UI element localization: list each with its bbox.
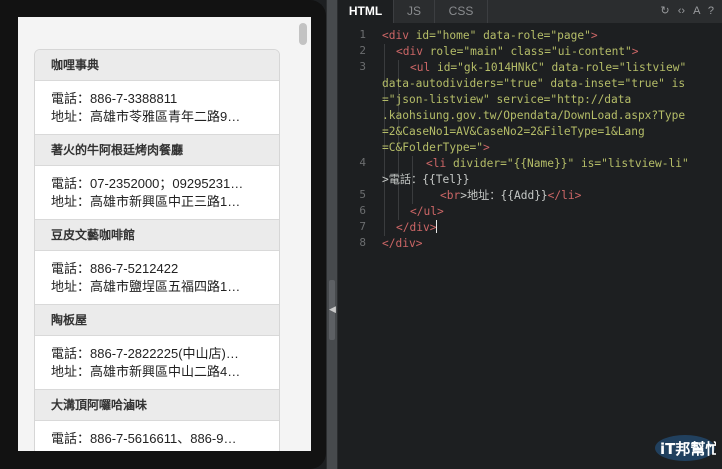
item-address: 地址：高雄市新興區中山二路4… bbox=[51, 364, 241, 379]
item-address: 地址：高雄市苓雅區青年二路9… bbox=[51, 109, 241, 124]
line-number: 2 bbox=[359, 44, 366, 57]
line-number: 7 bbox=[359, 220, 366, 233]
item-tel: 電話：886-7-5616611、886-9… bbox=[51, 431, 237, 446]
code-line-2: <div role="main" class="ui-content"> bbox=[396, 45, 639, 58]
item-address: 地址：高雄市鹽埕區五福四路1… bbox=[51, 279, 241, 294]
logo-text: iT邦幫忙 bbox=[660, 440, 716, 458]
code-line-3-wrap: data-autodividers="true" data-inset="tru… bbox=[382, 77, 686, 90]
preview-screen: 咖哩事典 電話：886-7-3388811 地址：高雄市苓雅區青年二路9… 著火… bbox=[18, 17, 311, 451]
line-number: 1 bbox=[359, 28, 366, 41]
line-number: 8 bbox=[359, 236, 366, 249]
line-number: 5 bbox=[359, 188, 366, 201]
code-format-icon[interactable]: ‹› bbox=[678, 5, 685, 17]
item-address: 地址：高雄市新興區中正三路1… bbox=[51, 194, 241, 209]
code-line-5: <br>地址：{{Add}}</li> bbox=[440, 189, 582, 202]
list-item[interactable]: 電話：886-7-3388811 地址：高雄市苓雅區青年二路9… bbox=[35, 81, 279, 134]
list-divider: 豆皮文藝咖啡館 bbox=[35, 219, 279, 251]
code-line-3-wrap: =2&CaseNo1=AV&CaseNo2=2&FileType=1&Lang bbox=[382, 125, 645, 138]
preview-scrollbar[interactable] bbox=[299, 23, 307, 447]
mobile-preview-frame: 咖哩事典 電話：886-7-3388811 地址：高雄市苓雅區青年二路9… 著火… bbox=[0, 0, 326, 469]
tab-js[interactable]: JS bbox=[394, 0, 434, 23]
tab-css[interactable]: CSS bbox=[435, 0, 487, 23]
tab-separator bbox=[487, 0, 488, 23]
list-item[interactable]: 電話：886-7-5212422 地址：高雄市鹽埕區五福四路1… bbox=[35, 251, 279, 304]
code-line-1: <div id="home" data-role="page"> bbox=[382, 29, 598, 42]
list-divider: 咖哩事典 bbox=[35, 50, 279, 81]
code-editor: HTML JS CSS ↻ ‹› A ? 1 2 3 4 5 6 7 8 <di… bbox=[338, 0, 722, 469]
chevron-left-icon: ◀ bbox=[329, 304, 336, 314]
item-tel: 電話：886-7-5212422 bbox=[51, 261, 179, 276]
item-tel: 電話：07-2352000；09295231… bbox=[51, 176, 244, 191]
editor-tabbar: HTML JS CSS ↻ ‹› A ? bbox=[338, 0, 722, 23]
item-tel: 電話：886-7-3388811 bbox=[51, 91, 178, 106]
scrollbar-thumb[interactable] bbox=[299, 23, 307, 45]
code-line-4-wrap: >電話：{{Tel}} bbox=[382, 173, 470, 186]
pane-splitter[interactable]: ◀ bbox=[326, 0, 338, 469]
help-icon[interactable]: ? bbox=[708, 5, 714, 17]
code-line-7: </div> bbox=[396, 220, 438, 234]
editor-toolbar: ↻ ‹› A ? bbox=[655, 0, 714, 23]
list-item[interactable]: 電話：886-7-2822225(中山店)… 地址：高雄市新興區中山二路4… bbox=[35, 336, 279, 389]
list-item[interactable]: 電話：886-7-5616611、886-9… bbox=[35, 421, 279, 451]
tab-html[interactable]: HTML bbox=[338, 0, 393, 23]
line-number: 3 bbox=[359, 60, 366, 73]
list-divider: 著火的牛阿根廷烤肉餐廳 bbox=[35, 134, 279, 166]
item-tel: 電話：886-7-2822225(中山店)… bbox=[51, 346, 239, 361]
ithome-logo: iT邦幫忙 bbox=[655, 435, 716, 461]
font-icon[interactable]: A bbox=[693, 5, 700, 17]
code-line-6: </ul> bbox=[410, 205, 444, 218]
code-line-4: <li divider="{{Name}}" is="listview-li" bbox=[426, 157, 689, 170]
line-number: 4 bbox=[359, 156, 366, 169]
text-cursor bbox=[436, 220, 438, 233]
refresh-icon[interactable]: ↻ bbox=[660, 5, 669, 17]
list-divider: 大溝頂阿囉哈滷味 bbox=[35, 389, 279, 421]
code-line-8: </div> bbox=[382, 237, 423, 250]
list-divider: 陶板屋 bbox=[35, 304, 279, 336]
code-line-3-wrap: ="json-listview" service="http://data bbox=[382, 93, 632, 106]
restaurant-listview: 咖哩事典 電話：886-7-3388811 地址：高雄市苓雅區青年二路9… 著火… bbox=[34, 49, 280, 451]
code-line-3: <ul id="gk-1014HNkC" data-role="listview… bbox=[410, 61, 687, 74]
list-item[interactable]: 電話：07-2352000；09295231… 地址：高雄市新興區中正三路1… bbox=[35, 166, 279, 219]
code-line-3-wrap: .kaohsiung.gov.tw/Opendata/DownLoad.aspx… bbox=[382, 109, 686, 122]
line-number: 6 bbox=[359, 204, 366, 217]
code-line-3-wrap: =C&FolderType="> bbox=[382, 141, 490, 154]
